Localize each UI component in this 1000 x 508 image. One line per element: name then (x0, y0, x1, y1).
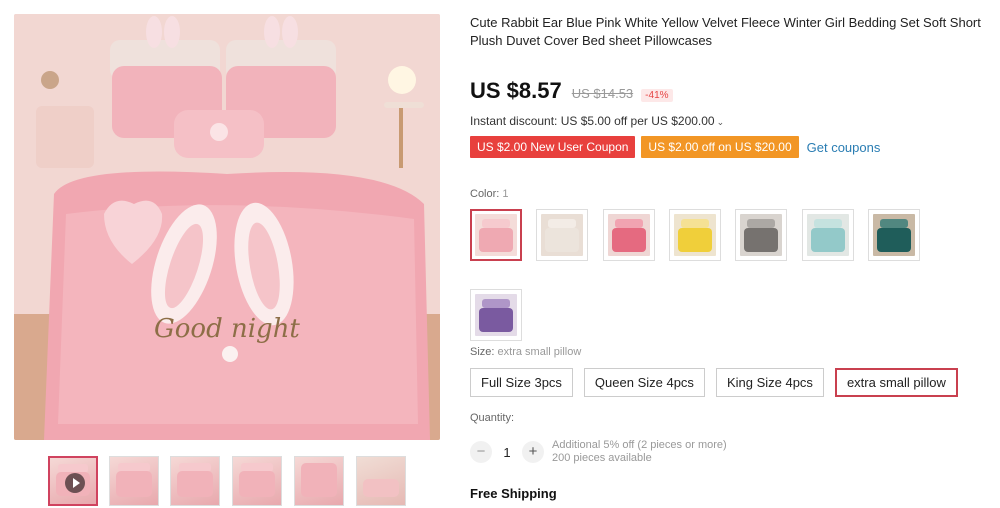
coupon-row: US $2.00 New User Coupon US $2.00 off on… (470, 136, 880, 158)
stock-available-note: 200 pieces available (552, 452, 652, 464)
color-label: Color: 1 (470, 188, 509, 200)
size-label: Size: extra small pillow (470, 346, 581, 358)
main-product-image[interactable]: Good night (14, 14, 440, 440)
color-swatch-3[interactable] (603, 209, 655, 261)
free-shipping-label: Free Shipping (470, 486, 557, 501)
size-selected-value: extra small pillow (497, 346, 582, 358)
discount-badge: -41% (641, 89, 673, 102)
size-option-extra-small-pillow[interactable]: extra small pillow (834, 368, 958, 397)
instant-discount[interactable]: Instant discount: US $5.00 off per US $2… (470, 114, 724, 128)
color-swatch-6[interactable] (802, 209, 854, 261)
color-label-text: Color: (470, 188, 500, 200)
instant-discount-text: Instant discount: US $5.00 off per US $2… (470, 114, 715, 128)
bulk-discount-note: Additional 5% off (2 pieces or more) (552, 439, 727, 451)
quantity-plus-button[interactable]: + (522, 441, 544, 463)
quantity-stepper: − 1 + Additional 5% off (2 pieces or mor… (470, 439, 727, 465)
thumbnail-5[interactable] (294, 456, 344, 506)
thumbnail-strip (48, 456, 408, 506)
size-option-king[interactable]: King Size 4pcs (715, 368, 824, 397)
product-info: Cute Rabbit Ear Blue Pink White Yellow V… (470, 14, 990, 501)
product-title: Cute Rabbit Ear Blue Pink White Yellow V… (470, 15, 981, 48)
thumbnail-2[interactable] (109, 456, 159, 506)
chevron-down-icon: ⌄ (716, 117, 725, 127)
color-selected-value: 1 (502, 188, 509, 200)
color-swatch-5[interactable] (735, 209, 787, 261)
current-price: US $8.57 (470, 78, 562, 103)
quantity-notes: Additional 5% off (2 pieces or more) 200… (552, 439, 727, 465)
size-option-queen[interactable]: Queen Size 4pcs (583, 368, 705, 397)
color-swatch-2[interactable] (536, 209, 588, 261)
play-icon (65, 473, 85, 493)
quantity-label: Quantity: (470, 412, 515, 424)
color-swatch-4[interactable] (669, 209, 721, 261)
store-coupon[interactable]: US $2.00 off on US $20.00 (641, 136, 799, 158)
bedding-illustration (14, 14, 440, 440)
color-swatch-1[interactable] (470, 209, 522, 261)
price-row: US $8.57 US $14.53 -41% (470, 78, 673, 104)
color-swatch-8[interactable] (470, 289, 522, 341)
embroidery-text: Good night (154, 314, 300, 344)
get-coupons-link[interactable]: Get coupons (807, 140, 881, 155)
color-swatch-7[interactable] (868, 209, 920, 261)
thumbnail-3[interactable] (170, 456, 220, 506)
quantity-minus-button[interactable]: − (470, 441, 492, 463)
quantity-value[interactable]: 1 (492, 445, 522, 460)
thumbnail-video[interactable] (48, 456, 98, 506)
thumbnail-6[interactable] (356, 456, 406, 506)
new-user-coupon[interactable]: US $2.00 New User Coupon (470, 136, 636, 158)
size-option-full[interactable]: Full Size 3pcs (470, 368, 573, 397)
original-price: US $14.53 (571, 86, 634, 101)
size-label-text: Size: (470, 346, 495, 358)
size-options: Full Size 3pcs Queen Size 4pcs King Size… (470, 368, 969, 397)
thumbnail-4[interactable] (232, 456, 282, 506)
